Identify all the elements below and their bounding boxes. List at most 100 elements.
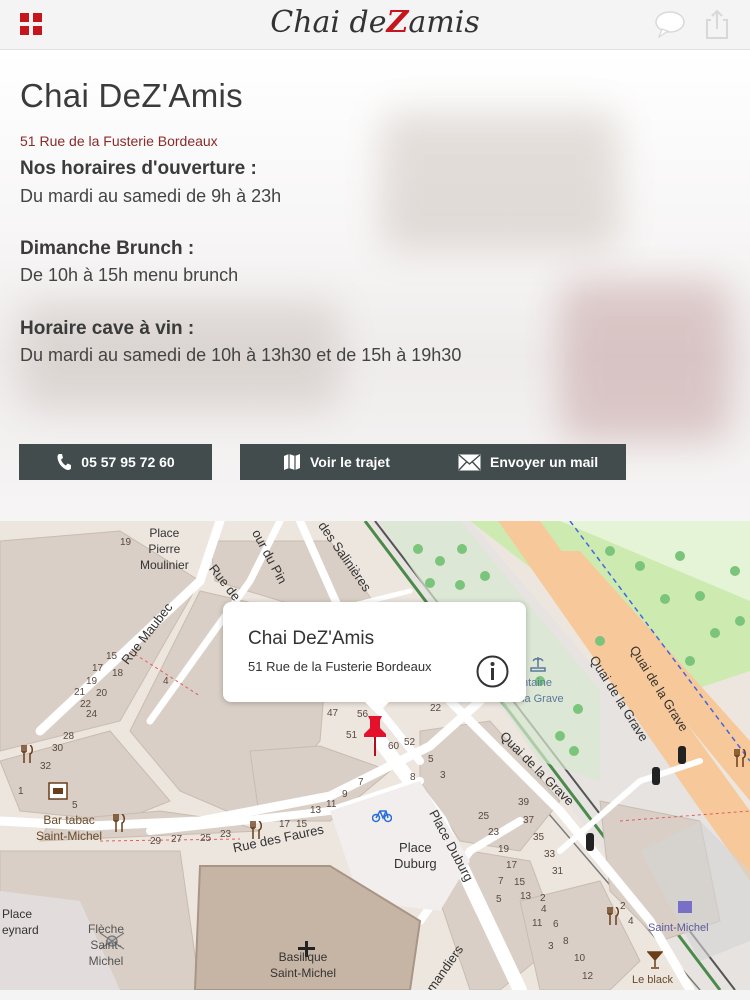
house-number: 17: [92, 663, 104, 674]
house-number: 8: [410, 772, 416, 783]
house-number: 60: [388, 741, 400, 752]
house-number: 2: [620, 901, 626, 912]
restaurant-icon: [113, 814, 125, 832]
label-le-black: Le black: [632, 974, 673, 986]
bar-icon: [647, 951, 663, 969]
house-number: 3: [440, 770, 446, 781]
popup-title: Chai DeZ'Amis: [248, 628, 375, 649]
place-label: Flèche Saint- Michel: [88, 921, 124, 969]
place-label: Place eynard: [2, 906, 39, 938]
house-number: 19: [498, 844, 510, 855]
house-number: 6: [553, 919, 559, 930]
house-number: 24: [86, 709, 98, 720]
house-number: 15: [514, 877, 526, 888]
house-number: 37: [523, 815, 535, 826]
label-basilique: Basilique Saint-Michel: [270, 950, 337, 980]
house-number: 22: [430, 703, 442, 714]
house-number: 4: [541, 904, 547, 915]
house-number: 11: [532, 918, 543, 929]
house-number: 13: [520, 891, 532, 902]
house-number: 27: [171, 834, 183, 845]
wine-cellar-label: Horaire cave à vin :: [20, 318, 195, 339]
chat-bubble-icon[interactable]: [654, 10, 686, 38]
background-photo-blur: [560, 281, 730, 441]
call-button[interactable]: 05 57 95 72 60: [19, 444, 212, 480]
house-number: 13: [310, 805, 322, 816]
house-number: 7: [498, 876, 504, 887]
place-label: Place Pierre Moulinier: [140, 525, 189, 573]
map-icon: [284, 454, 300, 470]
house-number: 35: [533, 832, 545, 843]
app-header: Chai deZamis: [0, 0, 750, 50]
logo-text-left: Chai de: [270, 5, 387, 40]
label-place-meynard: Place eynard: [2, 907, 39, 937]
map-info-popup[interactable]: Chai DeZ'Amis 51 Rue de la Fusterie Bord…: [223, 602, 526, 714]
house-number: 19: [86, 676, 98, 687]
house-number: 23: [220, 829, 232, 840]
place-label: ntaine la Grave: [522, 675, 564, 707]
house-number: 11: [326, 799, 337, 810]
phone-icon: [57, 454, 72, 471]
house-number: 17: [506, 860, 518, 871]
house-number: 17: [279, 819, 291, 830]
mail-button[interactable]: Envoyer un mail: [458, 444, 598, 480]
house-number: 47: [327, 708, 339, 719]
house-number: 15: [296, 819, 308, 830]
house-number: 15: [106, 651, 118, 662]
label-fontaine: ntaine la Grave: [522, 677, 564, 705]
house-number: 23: [488, 827, 500, 838]
fountain-icon: [530, 657, 546, 672]
house-number: 30: [52, 743, 64, 754]
house-number: 7: [358, 777, 364, 788]
house-number: 18: [112, 668, 124, 679]
popup-address: 51 Rue de la Fusterie Bordeaux: [248, 659, 432, 674]
house-number: 25: [478, 811, 490, 822]
label-fleche: Flèche Saint- Michel: [88, 922, 125, 968]
house-number: 5: [72, 800, 78, 811]
share-icon[interactable]: [704, 8, 730, 40]
route-button-label: Voir le trajet: [310, 454, 390, 470]
house-number: 31: [552, 866, 564, 877]
house-number: 21: [74, 687, 86, 698]
location-pin-icon[interactable]: [362, 714, 388, 758]
house-number: 12: [582, 971, 594, 982]
bottom-bar: [0, 990, 750, 1000]
restaurant-icon: [734, 749, 746, 767]
label-place-duburg: Place Duburg: [394, 840, 437, 871]
route-mail-button-group: Voir le trajet Envoyer un mail: [240, 444, 626, 480]
logo-text-z: Z: [386, 5, 409, 40]
brunch-label: Dimanche Brunch :: [20, 238, 195, 259]
house-number: 5: [496, 894, 502, 905]
house-number: 4: [163, 676, 169, 687]
restaurant-info-panel: Chai DeZ'Amis 51 Rue de la Fusterie Bord…: [0, 51, 750, 521]
background-photo-blur: [380, 111, 620, 251]
house-number: 51: [346, 730, 358, 741]
logo-text-right: amis: [408, 5, 480, 40]
house-number: 39: [518, 797, 530, 808]
house-number: 52: [404, 737, 416, 748]
restaurant-icon: [21, 745, 33, 763]
house-number: 3: [548, 941, 554, 952]
route-button[interactable]: Voir le trajet: [283, 444, 390, 480]
bicycle-icon: [372, 810, 392, 823]
wine-cellar-value: Du mardi au samedi de 10h à 13h30 et de …: [20, 345, 462, 365]
house-number: 25: [200, 833, 212, 844]
house-number: 8: [563, 936, 569, 947]
mail-button-label: Envoyer un mail: [490, 454, 599, 470]
house-number: 33: [544, 849, 556, 860]
place-label: Saint-Michel: [648, 920, 709, 936]
house-number: 28: [63, 731, 75, 742]
house-number: 9: [342, 789, 348, 800]
house-number: 2: [540, 893, 546, 904]
location-map[interactable]: Place Pierre Moulinier Place Duburg Bar …: [0, 521, 750, 990]
info-icon[interactable]: [476, 655, 509, 688]
house-number: 5: [428, 754, 434, 765]
house-number: 10: [574, 953, 586, 964]
restaurant-icon: [607, 907, 619, 925]
label-place-pierre: Place Pierre Moulinier: [140, 526, 189, 572]
label-saint-michel: Saint-Michel: [648, 922, 709, 934]
brand-logo: Chai deZamis: [0, 0, 750, 50]
tobacco-shop-icon: [48, 782, 68, 800]
brunch-value: De 10h à 15h menu brunch: [20, 265, 239, 285]
restaurant-icon: [250, 821, 262, 839]
